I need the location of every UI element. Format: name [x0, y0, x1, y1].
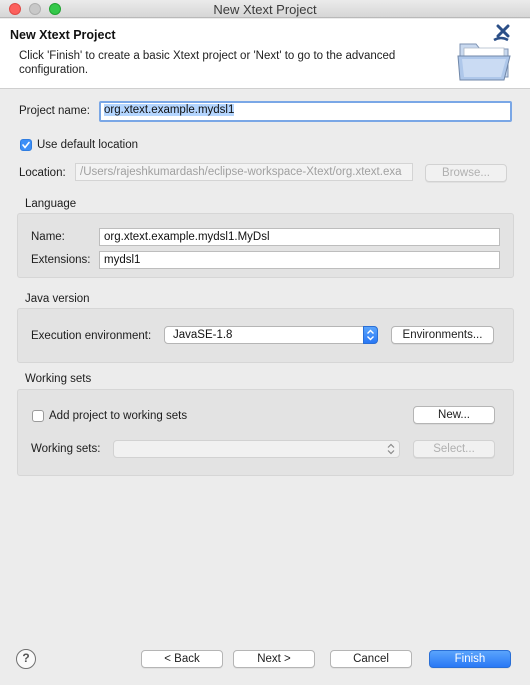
execution-environment-label: Execution environment:: [31, 330, 152, 342]
execution-environment-select[interactable]: JavaSE-1.8: [164, 326, 378, 344]
project-name-input[interactable]: org.xtext.example.mydsl1: [99, 101, 512, 122]
add-to-working-sets-label: Add project to working sets: [49, 410, 188, 422]
working-sets-label: Working sets:: [31, 443, 101, 455]
project-name-value: org.xtext.example.mydsl1: [104, 104, 235, 116]
extensions-label: Extensions:: [31, 254, 91, 266]
use-default-location-checkbox[interactable]: [20, 139, 32, 151]
cancel-button[interactable]: Cancel: [330, 650, 412, 668]
use-default-location-label: Use default location: [37, 139, 139, 151]
environments-button[interactable]: Environments...: [391, 326, 494, 344]
working-sets-group: [17, 389, 514, 476]
question-mark-icon[interactable]: ?: [16, 649, 36, 669]
stepper-arrows-icon: [363, 326, 378, 344]
title-bar: New Xtext Project: [0, 0, 530, 18]
location-label: Location:: [19, 167, 66, 179]
java-version-group-title: Java version: [25, 293, 90, 305]
back-button[interactable]: < Back: [141, 650, 223, 668]
project-name-label: Project name:: [19, 105, 90, 117]
wizard-banner: New Xtext Project Click 'Finish' to crea…: [0, 19, 530, 89]
wizard-title: New Xtext Project: [10, 28, 116, 42]
next-button[interactable]: Next >: [233, 650, 315, 668]
working-sets-select[interactable]: [113, 440, 400, 458]
extensions-input[interactable]: mydsl1: [99, 251, 500, 269]
language-name-label: Name:: [31, 231, 65, 243]
add-to-working-sets-checkbox[interactable]: [32, 410, 44, 422]
browse-button[interactable]: Browse...: [425, 164, 507, 182]
execution-environment-value: JavaSE-1.8: [173, 329, 233, 341]
working-sets-group-title: Working sets: [25, 373, 92, 385]
new-working-set-button[interactable]: New...: [413, 406, 495, 424]
checkmark-icon: [22, 141, 30, 149]
language-group-title: Language: [25, 198, 77, 210]
stepper-arrows-icon: [387, 442, 395, 461]
xtext-folder-icon: [454, 22, 518, 84]
select-working-sets-button[interactable]: Select...: [413, 440, 495, 458]
new-xtext-project-dialog: New Xtext Project New Xtext Project Clic…: [0, 0, 530, 685]
wizard-description: Click 'Finish' to create a basic Xtext p…: [19, 50, 396, 76]
finish-button[interactable]: Finish: [429, 650, 511, 668]
window-title: New Xtext Project: [213, 2, 317, 17]
location-input[interactable]: /Users/rajeshkumardash/eclipse-workspace…: [75, 163, 413, 181]
language-name-input[interactable]: org.xtext.example.mydsl1.MyDsl: [99, 228, 500, 246]
